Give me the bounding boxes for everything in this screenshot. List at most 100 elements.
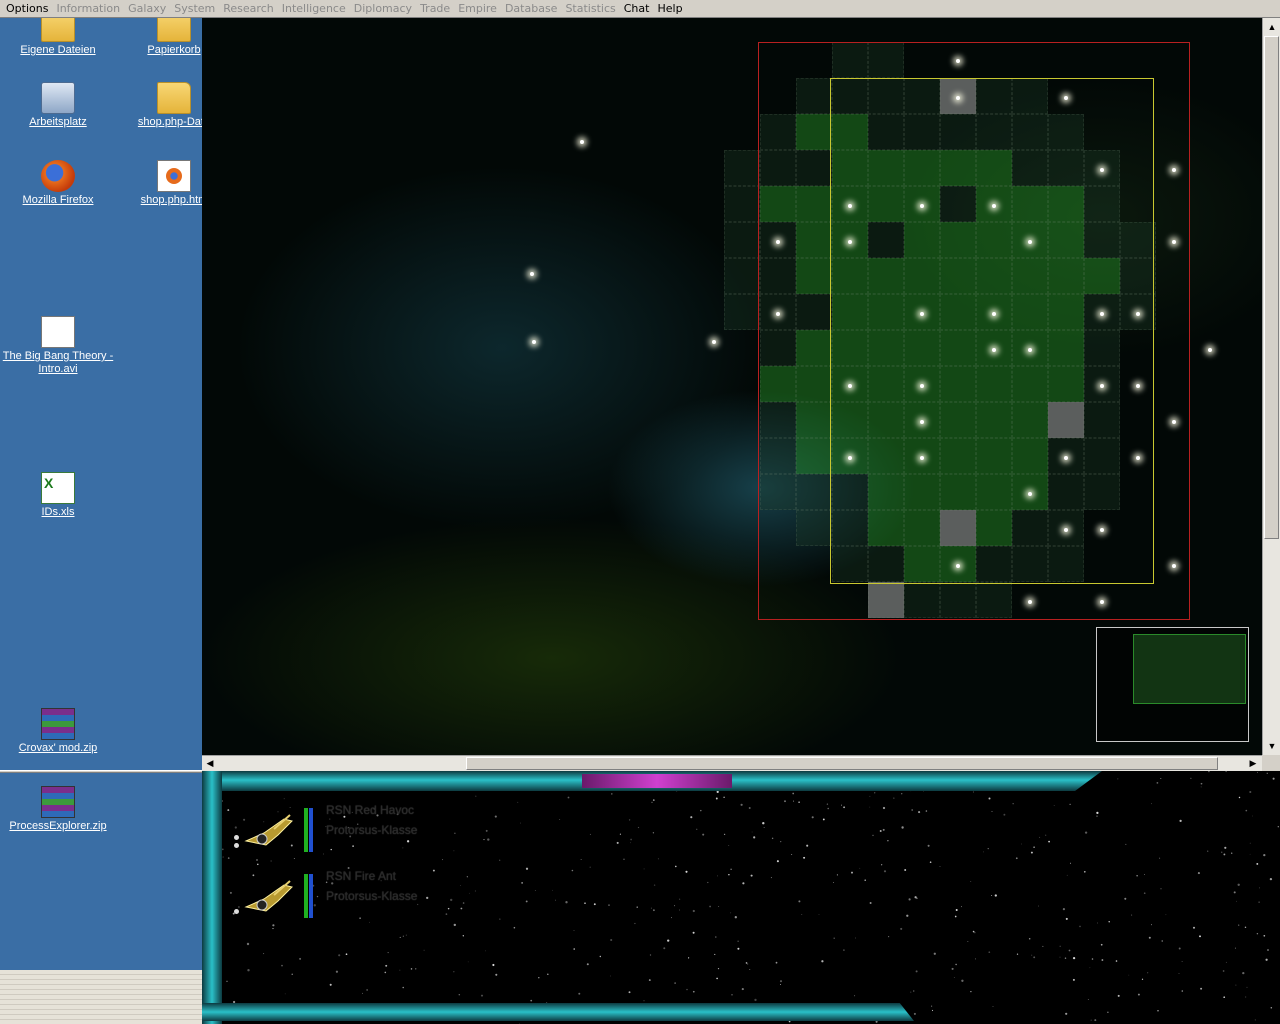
galaxy-sector[interactable] (940, 366, 976, 402)
star-system[interactable] (1136, 384, 1140, 388)
galaxy-sector[interactable] (976, 114, 1012, 150)
galaxy-vertical-scrollbar[interactable]: ▲ ▼ (1262, 18, 1280, 755)
galaxy-sector[interactable] (1012, 294, 1048, 330)
galaxy-sector[interactable] (796, 258, 832, 294)
menu-options[interactable]: Options (2, 0, 52, 17)
galaxy-sector[interactable] (1084, 222, 1120, 258)
galaxy-sector[interactable] (760, 402, 796, 438)
menu-trade[interactable]: Trade (416, 0, 454, 17)
galaxy-sector[interactable] (1012, 402, 1048, 438)
galaxy-sector[interactable] (976, 474, 1012, 510)
desktop-icon-shop-php-htm[interactable]: shop.php.htm (124, 160, 202, 207)
galaxy-sector[interactable] (796, 78, 832, 114)
desktop-icon-big-bang-theory[interactable]: The Big Bang Theory - Intro.avi (2, 316, 114, 376)
galaxy-sector[interactable] (760, 258, 796, 294)
star-system[interactable] (1064, 96, 1068, 100)
galaxy-sector[interactable] (1012, 366, 1048, 402)
menu-research[interactable]: Research (219, 0, 277, 17)
galaxy-sector[interactable] (1048, 546, 1084, 582)
galaxy-sector[interactable] (1012, 510, 1048, 546)
galaxy-sector[interactable] (760, 474, 796, 510)
star-system[interactable] (776, 312, 780, 316)
galaxy-sector[interactable] (760, 438, 796, 474)
galaxy-sector[interactable] (832, 114, 868, 150)
star-system[interactable] (1100, 168, 1104, 172)
star-system[interactable] (1028, 348, 1032, 352)
menu-intelligence[interactable]: Intelligence (278, 0, 350, 17)
star-system[interactable] (1172, 240, 1176, 244)
galaxy-sector[interactable] (832, 330, 868, 366)
galaxy-sector[interactable] (832, 42, 868, 78)
galaxy-sector[interactable] (868, 294, 904, 330)
galaxy-sector[interactable] (904, 582, 940, 618)
fleet-ship-row[interactable]: RSN Red Havoc Protorsus-Klasse (232, 803, 632, 863)
galaxy-sector[interactable] (976, 402, 1012, 438)
galaxy-sector[interactable] (940, 258, 976, 294)
desktop-icon-eigene-dateien[interactable]: Eigene Dateien (8, 18, 108, 57)
fleet-ship-row[interactable]: RSN Fire Ant Protorsus-Klasse (232, 869, 632, 929)
galaxy-sector[interactable] (1012, 78, 1048, 114)
galaxy-sector[interactable] (940, 402, 976, 438)
galaxy-sector[interactable] (724, 258, 760, 294)
star-system[interactable] (848, 240, 852, 244)
galaxy-sector[interactable] (1048, 222, 1084, 258)
scroll-down-arrow-icon[interactable]: ▼ (1265, 740, 1279, 752)
galaxy-sector[interactable] (1048, 330, 1084, 366)
menu-information[interactable]: Information (52, 0, 124, 17)
galaxy-sector[interactable] (796, 294, 832, 330)
galaxy-sector[interactable] (940, 294, 976, 330)
galaxy-sector[interactable] (904, 78, 940, 114)
star-system[interactable] (1172, 168, 1176, 172)
galaxy-sector[interactable] (904, 330, 940, 366)
scroll-left-arrow-icon[interactable]: ◀ (203, 757, 217, 769)
galaxy-sector[interactable] (760, 366, 796, 402)
star-system[interactable] (1172, 420, 1176, 424)
galaxy-sector[interactable] (940, 438, 976, 474)
galaxy-sector[interactable] (760, 330, 796, 366)
galaxy-sector[interactable] (868, 438, 904, 474)
galaxy-sector[interactable] (976, 258, 1012, 294)
star-system[interactable] (1208, 348, 1212, 352)
galaxy-sector[interactable] (868, 78, 904, 114)
galaxy-sector[interactable] (796, 330, 832, 366)
galaxy-sector[interactable] (868, 582, 904, 618)
galaxy-sector[interactable] (940, 186, 976, 222)
galaxy-sector[interactable] (904, 114, 940, 150)
star-system[interactable] (1028, 600, 1032, 604)
star-system[interactable] (992, 204, 996, 208)
galaxy-sector[interactable] (1012, 546, 1048, 582)
menu-empire[interactable]: Empire (454, 0, 501, 17)
galaxy-sector[interactable] (868, 258, 904, 294)
galaxy-sector[interactable] (940, 474, 976, 510)
galaxy-sector[interactable] (724, 222, 760, 258)
menu-chat[interactable]: Chat (620, 0, 654, 17)
galaxy-sector[interactable] (868, 114, 904, 150)
galaxy-sector[interactable] (868, 474, 904, 510)
galaxy-sector[interactable] (796, 510, 832, 546)
star-system[interactable] (920, 312, 924, 316)
menu-database[interactable]: Database (501, 0, 562, 17)
star-system[interactable] (1064, 456, 1068, 460)
star-system[interactable] (712, 340, 716, 344)
star-system[interactable] (956, 59, 960, 63)
galaxy-sector[interactable] (940, 510, 976, 546)
galaxy-sector[interactable] (724, 294, 760, 330)
galaxy-sector[interactable] (1084, 330, 1120, 366)
galaxy-sector[interactable] (1012, 150, 1048, 186)
star-system[interactable] (992, 348, 996, 352)
galaxy-sector[interactable] (1048, 114, 1084, 150)
galaxy-sector[interactable] (904, 474, 940, 510)
galaxy-sector[interactable] (760, 114, 796, 150)
menu-system[interactable]: System (170, 0, 219, 17)
horizontal-scroll-thumb[interactable] (466, 757, 1218, 770)
star-system[interactable] (848, 204, 852, 208)
galaxy-sector[interactable] (796, 402, 832, 438)
galaxy-sector[interactable] (796, 150, 832, 186)
galaxy-sector[interactable] (976, 366, 1012, 402)
star-system[interactable] (956, 564, 960, 568)
galaxy-sector[interactable] (904, 510, 940, 546)
star-system[interactable] (532, 340, 536, 344)
galaxy-sector[interactable] (760, 186, 796, 222)
galaxy-sector[interactable] (1012, 186, 1048, 222)
galaxy-sector[interactable] (868, 186, 904, 222)
